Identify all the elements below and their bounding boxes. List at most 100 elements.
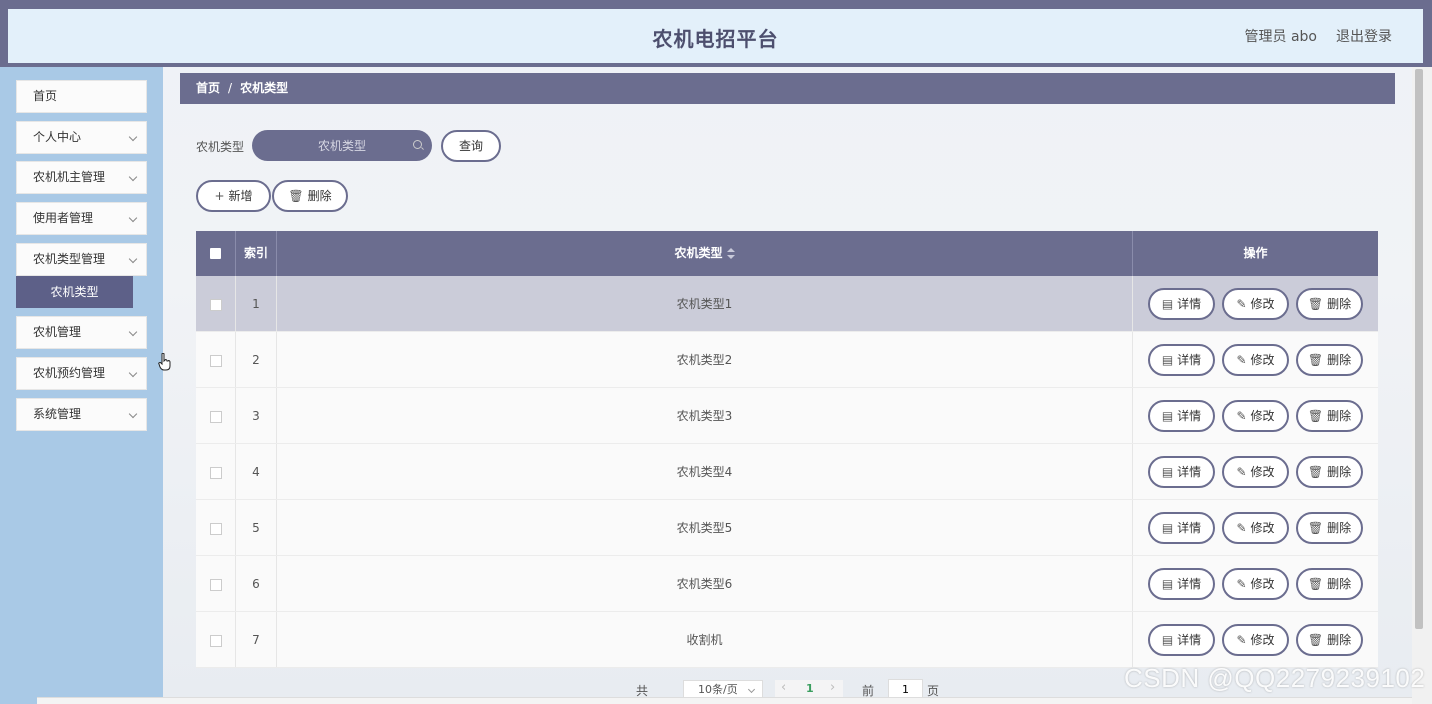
trash-icon: 🗑: [1307, 409, 1324, 423]
sort-icon[interactable]: [726, 247, 735, 260]
horizontal-scrollbar[interactable]: [37, 697, 1412, 704]
delete-button[interactable]: 🗑 删除: [1296, 624, 1363, 656]
select-all-checkbox[interactable]: [210, 248, 221, 259]
table-row: 5 农机类型5 ▤ 详情 ✎ 修改 🗑 删除: [196, 500, 1378, 556]
chevron-down-icon: [747, 685, 756, 694]
edit-button[interactable]: ✎ 修改: [1222, 512, 1289, 544]
sidebar-item-owner-management[interactable]: 农机机主管理: [16, 161, 147, 194]
detail-button[interactable]: ▤ 详情: [1148, 344, 1215, 376]
edit-button[interactable]: ✎ 修改: [1222, 456, 1289, 488]
delete-button[interactable]: 🗑 删除: [1296, 512, 1363, 544]
logout-link[interactable]: 退出登录: [1336, 26, 1392, 46]
delete-button-label: 删除: [1327, 465, 1352, 479]
search-label: 农机类型: [196, 140, 245, 154]
row-actions: ▤ 详情 ✎ 修改 🗑 删除: [1133, 444, 1378, 499]
sidebar-item-type-management[interactable]: 农机类型管理: [16, 243, 147, 276]
add-button[interactable]: + 新增: [196, 180, 271, 212]
column-header-ops: 操作: [1243, 246, 1268, 260]
sidebar-item-booking-management[interactable]: 农机预约管理: [16, 357, 147, 390]
plus-icon: +: [214, 189, 225, 203]
detail-button[interactable]: ▤ 详情: [1148, 456, 1215, 488]
detail-button[interactable]: ▤ 详情: [1148, 624, 1215, 656]
row-checkbox[interactable]: [209, 578, 222, 591]
pencil-icon: ✎: [1236, 633, 1247, 647]
delete-button-label: 删除: [1327, 521, 1352, 535]
document-icon: ▤: [1161, 521, 1174, 535]
sidebar-item-label: 使用者管理: [33, 211, 94, 225]
row-checkbox[interactable]: [209, 354, 222, 367]
query-button[interactable]: 查询: [441, 130, 501, 162]
row-actions: ▤ 详情 ✎ 修改 🗑 删除: [1133, 500, 1378, 555]
sidebar-item-home[interactable]: 首页: [16, 80, 147, 113]
delete-button[interactable]: 🗑 删除: [1296, 288, 1363, 320]
document-icon: ▤: [1161, 577, 1174, 591]
batch-delete-button[interactable]: 🗑 删除: [272, 180, 348, 212]
detail-button[interactable]: ▤ 详情: [1148, 568, 1215, 600]
row-index: 1: [236, 276, 277, 331]
edit-button[interactable]: ✎ 修改: [1222, 344, 1289, 376]
table-row: 7 收割机 ▤ 详情 ✎ 修改 🗑 删除: [196, 612, 1378, 668]
table-row: 2 农机类型2 ▤ 详情 ✎ 修改 🗑 删除: [196, 332, 1378, 388]
row-checkbox[interactable]: [209, 634, 222, 647]
row-type: 农机类型1: [277, 276, 1133, 331]
row-type: 农机类型6: [277, 556, 1133, 611]
detail-button-label: 详情: [1177, 465, 1202, 479]
edit-button[interactable]: ✎ 修改: [1222, 568, 1289, 600]
chevron-down-icon: [128, 172, 138, 182]
pencil-icon: ✎: [1236, 465, 1247, 479]
column-header-type[interactable]: 农机类型: [277, 231, 1133, 276]
edit-button[interactable]: ✎ 修改: [1222, 400, 1289, 432]
row-checkbox[interactable]: [209, 298, 222, 311]
detail-button[interactable]: ▤ 详情: [1148, 288, 1215, 320]
current-page[interactable]: 1: [806, 682, 814, 695]
goto-page-input[interactable]: [888, 679, 923, 699]
row-type: 农机类型4: [277, 444, 1133, 499]
edit-button-label: 修改: [1250, 633, 1275, 647]
row-type: 农机类型5: [277, 500, 1133, 555]
row-checkbox[interactable]: [209, 466, 222, 479]
sidebar-item-system-management[interactable]: 系统管理: [16, 398, 147, 431]
delete-button[interactable]: 🗑 删除: [1296, 344, 1363, 376]
sidebar-item-personal-center[interactable]: 个人中心: [16, 121, 147, 154]
delete-button-label: 删除: [1327, 577, 1352, 591]
sidebar-item-user-management[interactable]: 使用者管理: [16, 202, 147, 235]
delete-button[interactable]: 🗑 删除: [1296, 400, 1363, 432]
row-actions: ▤ 详情 ✎ 修改 🗑 删除: [1133, 388, 1378, 443]
trash-icon: 🗑: [1307, 353, 1324, 367]
row-checkbox-cell: [196, 276, 236, 331]
breadcrumb-home[interactable]: 首页: [196, 81, 220, 95]
next-page-icon[interactable]: ›: [830, 680, 835, 695]
row-index: 6: [236, 556, 277, 611]
delete-button-label: 删除: [1327, 633, 1352, 647]
table-row: 4 农机类型4 ▤ 详情 ✎ 修改 🗑 删除: [196, 444, 1378, 500]
sidebar-item-machine-management[interactable]: 农机管理: [16, 316, 147, 349]
delete-button[interactable]: 🗑 删除: [1296, 568, 1363, 600]
chevron-down-icon: [128, 368, 138, 378]
document-icon: ▤: [1161, 353, 1174, 367]
column-header-index: 索引: [236, 231, 277, 276]
edit-button[interactable]: ✎ 修改: [1222, 288, 1289, 320]
detail-button[interactable]: ▤ 详情: [1148, 512, 1215, 544]
edit-button[interactable]: ✎ 修改: [1222, 624, 1289, 656]
breadcrumb-current: 农机类型: [240, 81, 289, 95]
trash-icon: 🗑: [1307, 633, 1324, 647]
row-checkbox-cell: [196, 556, 236, 611]
delete-button[interactable]: 🗑 删除: [1296, 456, 1363, 488]
row-actions: ▤ 详情 ✎ 修改 🗑 删除: [1133, 556, 1378, 611]
table-row: 3 农机类型3 ▤ 详情 ✎ 修改 🗑 删除: [196, 388, 1378, 444]
sidebar-subitem-machine-type[interactable]: 农机类型: [16, 276, 133, 308]
scrollbar-thumb[interactable]: [1415, 69, 1423, 629]
vertical-scrollbar[interactable]: [1412, 67, 1432, 704]
detail-button[interactable]: ▤ 详情: [1148, 400, 1215, 432]
pencil-icon: ✎: [1236, 577, 1247, 591]
row-index: 4: [236, 444, 277, 499]
chevron-down-icon: [128, 254, 138, 264]
edit-button-label: 修改: [1250, 409, 1275, 423]
edit-button-label: 修改: [1250, 521, 1275, 535]
row-checkbox[interactable]: [209, 522, 222, 535]
pencil-icon: ✎: [1236, 409, 1247, 423]
prev-page-icon[interactable]: ‹: [781, 680, 786, 695]
row-checkbox[interactable]: [209, 410, 222, 423]
table-header: 索引 农机类型 操作: [196, 231, 1378, 276]
search-input[interactable]: [252, 130, 432, 161]
